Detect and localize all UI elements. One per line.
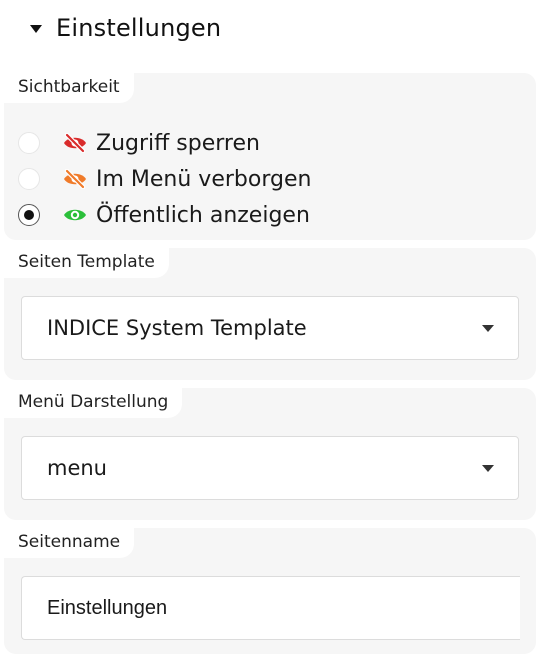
page-name-field-wrapper: [21, 576, 520, 640]
visibility-options: Zugriff sperren Im Menü verborgen Öffent…: [18, 125, 311, 233]
chevron-down-icon: [482, 324, 494, 332]
menu-display-panel: Menü Darstellung menu: [4, 388, 536, 520]
radio-im-menue-verborgen[interactable]: [18, 168, 40, 190]
radio-zugriff-sperren[interactable]: [18, 132, 40, 154]
template-select-value: INDICE System Template: [47, 316, 307, 340]
radio-oeffentlich-anzeigen[interactable]: [18, 204, 40, 226]
menu-display-select[interactable]: menu: [21, 436, 519, 500]
option-label: Zugriff sperren: [96, 130, 260, 156]
menu-display-select-value: menu: [47, 456, 107, 480]
option-label: Öffentlich anzeigen: [96, 202, 310, 228]
page-name-input[interactable]: [47, 596, 520, 620]
eye-icon: [62, 205, 88, 225]
template-label: Seiten Template: [4, 248, 169, 278]
section-title: Einstellungen: [56, 14, 222, 42]
chevron-down-icon: [482, 464, 494, 472]
eye-slash-icon: [62, 169, 88, 189]
option-im-menue-verborgen[interactable]: Im Menü verborgen: [18, 161, 311, 197]
option-zugriff-sperren[interactable]: Zugriff sperren: [18, 125, 311, 161]
template-select[interactable]: INDICE System Template: [21, 296, 519, 360]
visibility-panel: Sichtbarkeit Zugriff sperren Im Menü ver…: [4, 73, 536, 240]
settings-section-toggle[interactable]: Einstellungen: [30, 8, 221, 48]
option-oeffentlich-anzeigen[interactable]: Öffentlich anzeigen: [18, 197, 311, 233]
page-name-label: Seitenname: [4, 528, 135, 558]
eye-slash-icon: [62, 133, 88, 153]
visibility-label: Sichtbarkeit: [4, 73, 134, 103]
page-name-panel: Seitenname: [4, 528, 536, 654]
menu-display-label: Menü Darstellung: [4, 388, 183, 418]
template-panel: Seiten Template INDICE System Template: [4, 248, 536, 380]
caret-down-icon: [30, 25, 42, 33]
option-label: Im Menü verborgen: [96, 166, 312, 192]
